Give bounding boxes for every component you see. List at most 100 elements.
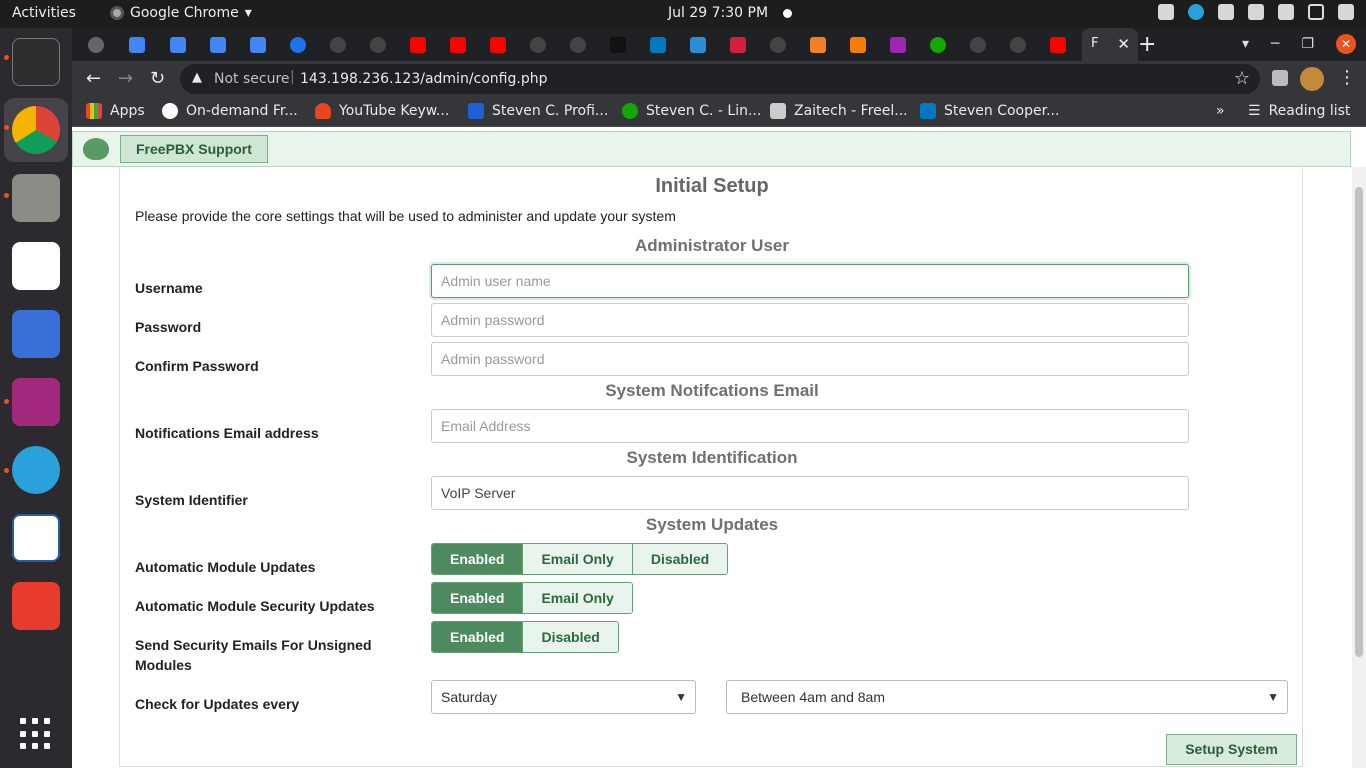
confirm-password-input[interactable] <box>431 342 1189 376</box>
files-icon[interactable] <box>12 174 60 222</box>
hexagon-tab-icon[interactable] <box>610 37 626 53</box>
username-label: Username <box>135 280 203 296</box>
telegram-tray-icon[interactable] <box>1188 4 1204 20</box>
loading-tab-icon[interactable] <box>290 37 306 53</box>
minimize-icon[interactable]: ─ <box>1271 36 1279 52</box>
restore-icon[interactable]: ❐ <box>1301 36 1314 52</box>
tab-active[interactable]: F ✕ <box>1082 28 1138 61</box>
warning-icon[interactable]: ▲ <box>192 70 202 85</box>
reading-list-button[interactable]: ☰ Reading list <box>1248 103 1350 119</box>
scrollbar-thumb[interactable] <box>1355 187 1363 657</box>
new-tab-icon[interactable]: + <box>1138 32 1156 57</box>
youtube-tab-icon[interactable] <box>1050 37 1066 53</box>
power-menu-icon[interactable] <box>1338 4 1354 20</box>
text-editor-icon[interactable] <box>12 242 60 290</box>
video-app-icon[interactable] <box>12 378 60 426</box>
disabled-option[interactable]: Disabled <box>631 544 728 574</box>
tab-favicon-icon[interactable] <box>690 37 706 53</box>
page-scrollbar[interactable] <box>1352 167 1366 768</box>
chrome-menu-icon[interactable]: ⋮ <box>1338 67 1356 88</box>
stackoverflow-tab-icon[interactable] <box>810 37 826 53</box>
system-identifier-input[interactable] <box>431 476 1189 510</box>
bookmarks-overflow[interactable]: » <box>1216 103 1225 119</box>
close-icon[interactable]: ✕ <box>1117 35 1130 53</box>
freepbx-support-button[interactable]: FreePBX Support <box>120 135 268 163</box>
volume-icon[interactable] <box>1278 4 1294 20</box>
tab-favicon-icon[interactable] <box>730 37 746 53</box>
reload-icon[interactable]: ↻ <box>150 68 165 89</box>
github-tab-icon[interactable] <box>1010 37 1026 53</box>
google-docs-tab-icon[interactable] <box>129 37 145 53</box>
github-tab-icon[interactable] <box>330 37 346 53</box>
bookmark-item[interactable]: Steven C. Profi... <box>468 103 608 119</box>
email-only-option[interactable]: Email Only <box>522 544 632 574</box>
camera-icon[interactable] <box>1158 4 1174 20</box>
app-menu[interactable]: Google Chrome ▾ <box>110 5 252 21</box>
activities-button[interactable]: Activities <box>12 5 76 21</box>
libreoffice-writer-icon[interactable] <box>12 514 60 562</box>
upwork-tab-icon[interactable] <box>930 37 946 53</box>
system-tray[interactable] <box>1158 4 1354 20</box>
show-applications-icon[interactable] <box>20 718 52 750</box>
disabled-option[interactable]: Disabled <box>522 622 618 652</box>
blogger-tab-icon[interactable] <box>850 37 866 53</box>
bookmark-item[interactable]: Zaitech - Freel... <box>770 103 908 119</box>
username-input[interactable] <box>431 264 1189 298</box>
clock[interactable]: Jul 29 7:30 PM <box>668 5 768 21</box>
screenshot-icon[interactable] <box>12 310 60 358</box>
back-icon[interactable]: ← <box>86 68 101 89</box>
update-day-select[interactable]: Saturday ▼ <box>431 680 696 714</box>
bookmark-item[interactable]: Steven Cooper... <box>920 103 1059 119</box>
profile-avatar[interactable] <box>1300 67 1324 91</box>
bookmark-item[interactable]: On-demand Fr... <box>162 103 298 119</box>
bookmark-label: On-demand Fr... <box>186 103 298 119</box>
security-label[interactable]: Not secure <box>214 71 290 87</box>
extensions-icon[interactable] <box>1272 70 1288 86</box>
github-tab-icon[interactable] <box>570 37 586 53</box>
running-indicator <box>4 468 9 473</box>
tab-search-icon[interactable]: ▾ <box>1242 36 1249 52</box>
telegram-icon[interactable] <box>12 446 60 494</box>
app-name: Google Chrome <box>130 5 239 21</box>
update-time-select[interactable]: Between 4am and 8am ▼ <box>726 680 1288 714</box>
enabled-option[interactable]: Enabled <box>432 544 523 574</box>
forward-icon[interactable]: → <box>118 68 133 89</box>
password-input[interactable] <box>431 303 1189 337</box>
bookmark-item[interactable]: Steven C. - Lin... <box>622 103 761 119</box>
notifications-email-input[interactable] <box>431 409 1189 443</box>
brightness-icon[interactable] <box>1218 4 1234 20</box>
bookmark-item[interactable]: YouTube Keyw... <box>315 103 449 119</box>
youtube-tab-icon[interactable] <box>490 37 506 53</box>
github-tab-icon[interactable] <box>530 37 546 53</box>
google-docs-tab-icon[interactable] <box>250 37 266 53</box>
github-tab-icon[interactable] <box>970 37 986 53</box>
email-only-option[interactable]: Email Only <box>522 583 632 613</box>
enabled-option[interactable]: Enabled <box>432 583 523 613</box>
bookmark-apps[interactable]: Apps <box>86 103 145 119</box>
freepbx-header: FreePBX Support <box>72 131 1351 167</box>
freepbx-frog-logo-icon <box>83 138 109 160</box>
github-tab-icon[interactable] <box>770 37 786 53</box>
system-identifier-label: System Identifier <box>135 492 248 508</box>
window-close-icon[interactable]: ✕ <box>1336 34 1356 54</box>
url-text[interactable]: 143.198.236.123/admin/config.php <box>300 71 547 87</box>
chrome-dock-icon[interactable] <box>12 106 60 154</box>
enabled-option[interactable]: Enabled <box>432 622 523 652</box>
github-tab-icon[interactable] <box>370 37 386 53</box>
google-docs-tab-icon[interactable] <box>170 37 186 53</box>
bookmark-star-icon[interactable]: ☆ <box>1234 68 1250 89</box>
code-tab-icon[interactable] <box>890 37 906 53</box>
address-bar[interactable]: ▲ Not secure | 143.198.236.123/admin/con… <box>180 64 1260 94</box>
google-docs-tab-icon[interactable] <box>210 37 226 53</box>
network-icon[interactable] <box>1248 4 1264 20</box>
battery-icon[interactable] <box>1308 4 1324 20</box>
youtube-tab-icon[interactable] <box>450 37 466 53</box>
browser-toolbar: ← → ↻ ▲ Not secure | 143.198.236.123/adm… <box>72 61 1366 97</box>
youtube-tab-icon[interactable] <box>410 37 426 53</box>
setup-system-button[interactable]: Setup System <box>1166 734 1297 765</box>
tab-favicon-icon[interactable] <box>88 37 104 53</box>
anydesk-icon[interactable] <box>12 582 60 630</box>
trello-tab-icon[interactable] <box>650 37 666 53</box>
terminal-icon[interactable] <box>12 38 60 86</box>
section-heading-updates: System Updates <box>645 515 779 534</box>
